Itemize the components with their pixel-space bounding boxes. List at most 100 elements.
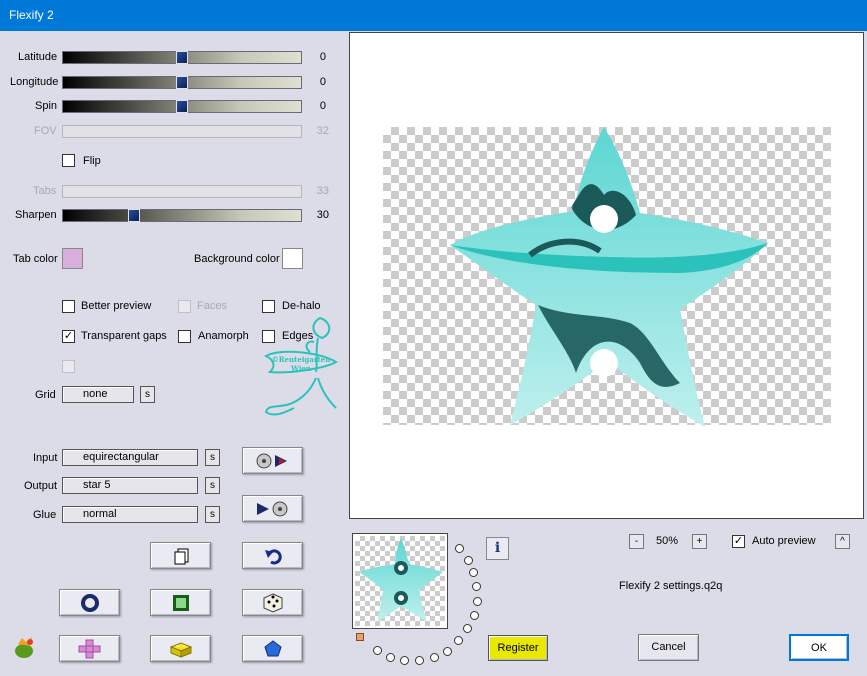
dice-icon bbox=[263, 592, 282, 613]
cancel-button[interactable]: Cancel bbox=[638, 634, 699, 661]
undo-button[interactable] bbox=[242, 542, 303, 569]
flip-checkbox[interactable] bbox=[62, 154, 75, 167]
register-button[interactable]: Register bbox=[488, 635, 548, 661]
frame-button[interactable] bbox=[150, 589, 211, 616]
preset-dot[interactable] bbox=[386, 653, 395, 662]
input-select[interactable]: equirectangular bbox=[62, 449, 198, 466]
preset-dot[interactable] bbox=[443, 647, 452, 656]
background-color-label: Background color bbox=[194, 253, 280, 265]
grid-s-button[interactable]: s bbox=[140, 386, 155, 403]
preset-dot[interactable] bbox=[400, 656, 409, 665]
longitude-slider[interactable] bbox=[62, 76, 302, 89]
copy-button[interactable] bbox=[150, 542, 211, 569]
app-logo-icon bbox=[12, 636, 38, 663]
sharpen-thumb[interactable] bbox=[128, 209, 141, 222]
background-color-swatch[interactable] bbox=[282, 248, 303, 269]
auto-preview-label: Auto preview bbox=[752, 535, 816, 547]
tab-color-swatch[interactable] bbox=[62, 248, 83, 269]
fov-slider bbox=[62, 125, 302, 138]
dehalo-label: De-halo bbox=[282, 300, 321, 312]
plus-tiles-icon bbox=[78, 639, 100, 658]
load-input-button[interactable] bbox=[242, 447, 303, 474]
grid-label: Grid bbox=[35, 389, 56, 401]
tabs-pattern-button[interactable] bbox=[59, 635, 120, 662]
spin-thumb[interactable] bbox=[176, 100, 188, 113]
disc-to-play-icon bbox=[256, 453, 287, 468]
longitude-thumb[interactable] bbox=[176, 76, 188, 89]
spin-slider[interactable] bbox=[62, 100, 302, 113]
lego-brick-icon bbox=[169, 641, 192, 658]
expand-button[interactable]: ^ bbox=[835, 534, 850, 549]
copy-pages-icon bbox=[174, 548, 188, 564]
fov-value: 32 bbox=[316, 125, 329, 137]
glue-select[interactable]: normal bbox=[62, 506, 198, 523]
preset-dot[interactable] bbox=[430, 653, 439, 662]
glue-s-button[interactable]: s bbox=[205, 506, 220, 523]
transparent-gaps-label: Transparent gaps bbox=[81, 330, 167, 342]
ok-button[interactable]: OK bbox=[789, 634, 849, 661]
random-button[interactable] bbox=[242, 589, 303, 616]
latitude-slider[interactable] bbox=[62, 51, 302, 64]
zoom-in-button[interactable]: + bbox=[692, 534, 707, 549]
spin-value: 0 bbox=[319, 100, 326, 112]
better-preview-label: Better preview bbox=[81, 300, 152, 312]
star-preview-image bbox=[450, 127, 768, 427]
preview-thumbnail[interactable] bbox=[352, 533, 448, 629]
preset-dot[interactable] bbox=[473, 597, 482, 606]
sharpen-value: 30 bbox=[316, 209, 329, 221]
save-output-button[interactable] bbox=[242, 495, 303, 522]
transparent-gaps-checkbox[interactable]: ✓ bbox=[62, 330, 75, 343]
output-select[interactable]: star 5 bbox=[62, 477, 198, 494]
preset-dot[interactable] bbox=[464, 556, 473, 565]
preset-dot[interactable] bbox=[470, 611, 479, 620]
spin-label: Spin bbox=[35, 100, 58, 112]
preset-dot[interactable] bbox=[472, 582, 481, 591]
tabs-value: 33 bbox=[316, 185, 329, 197]
settings-filename: Flexify 2 settings.q2q bbox=[619, 580, 723, 592]
latitude-value: 0 bbox=[319, 51, 326, 63]
grid-select[interactable]: none bbox=[62, 386, 134, 403]
play-to-disc-icon bbox=[256, 501, 287, 516]
tabs-slider bbox=[62, 185, 302, 198]
output-label: Output bbox=[24, 480, 58, 492]
sharpen-slider[interactable] bbox=[62, 209, 302, 222]
preset-dot[interactable] bbox=[469, 568, 478, 577]
better-preview-checkbox[interactable] bbox=[62, 300, 75, 313]
preset-dot[interactable] bbox=[463, 624, 472, 633]
preset-marker[interactable] bbox=[356, 633, 364, 641]
output-s-button[interactable]: s bbox=[205, 477, 220, 494]
anamorph-label: Anamorph bbox=[198, 330, 249, 342]
preset-dot[interactable] bbox=[454, 636, 463, 645]
latitude-thumb[interactable] bbox=[176, 51, 188, 64]
ring-icon bbox=[80, 593, 99, 612]
flip-label: Flip bbox=[83, 155, 101, 167]
preset-dot[interactable] bbox=[373, 646, 382, 655]
preset-dot[interactable] bbox=[455, 544, 464, 553]
tabs-label: Tabs bbox=[33, 185, 57, 197]
zoom-level: 50% bbox=[656, 535, 679, 547]
preset-dot[interactable] bbox=[415, 656, 424, 665]
preview-canvas[interactable] bbox=[349, 32, 864, 519]
sphere-button[interactable] bbox=[59, 589, 120, 616]
tab-color-label: Tab color bbox=[13, 253, 58, 265]
glue-label: Glue bbox=[33, 509, 57, 521]
auto-preview-checkbox[interactable]: ✓ bbox=[732, 535, 745, 548]
faces-checkbox bbox=[178, 300, 191, 313]
input-label: Input bbox=[33, 452, 58, 464]
latitude-label: Latitude bbox=[18, 51, 58, 63]
fov-label: FOV bbox=[34, 125, 57, 137]
watermark: ©Renteigarten Wien bbox=[260, 312, 342, 422]
square-frame-icon bbox=[172, 594, 189, 611]
undo-arrow-icon bbox=[264, 548, 282, 564]
longitude-label: Longitude bbox=[10, 76, 59, 88]
brick-button[interactable] bbox=[150, 635, 211, 662]
pentagon-button[interactable] bbox=[242, 635, 303, 662]
anamorph-checkbox[interactable] bbox=[178, 330, 191, 343]
zoom-out-button[interactable]: - bbox=[629, 534, 644, 549]
input-s-button[interactable]: s bbox=[205, 449, 220, 466]
unlabeled-checkbox bbox=[62, 360, 75, 373]
flexify-window: Flexify 2 Latitude 0 Longitude 0 Spin 0 … bbox=[0, 0, 867, 676]
longitude-value: 0 bbox=[319, 76, 326, 88]
info-button[interactable]: i bbox=[486, 537, 509, 560]
sharpen-label: Sharpen bbox=[15, 209, 57, 221]
